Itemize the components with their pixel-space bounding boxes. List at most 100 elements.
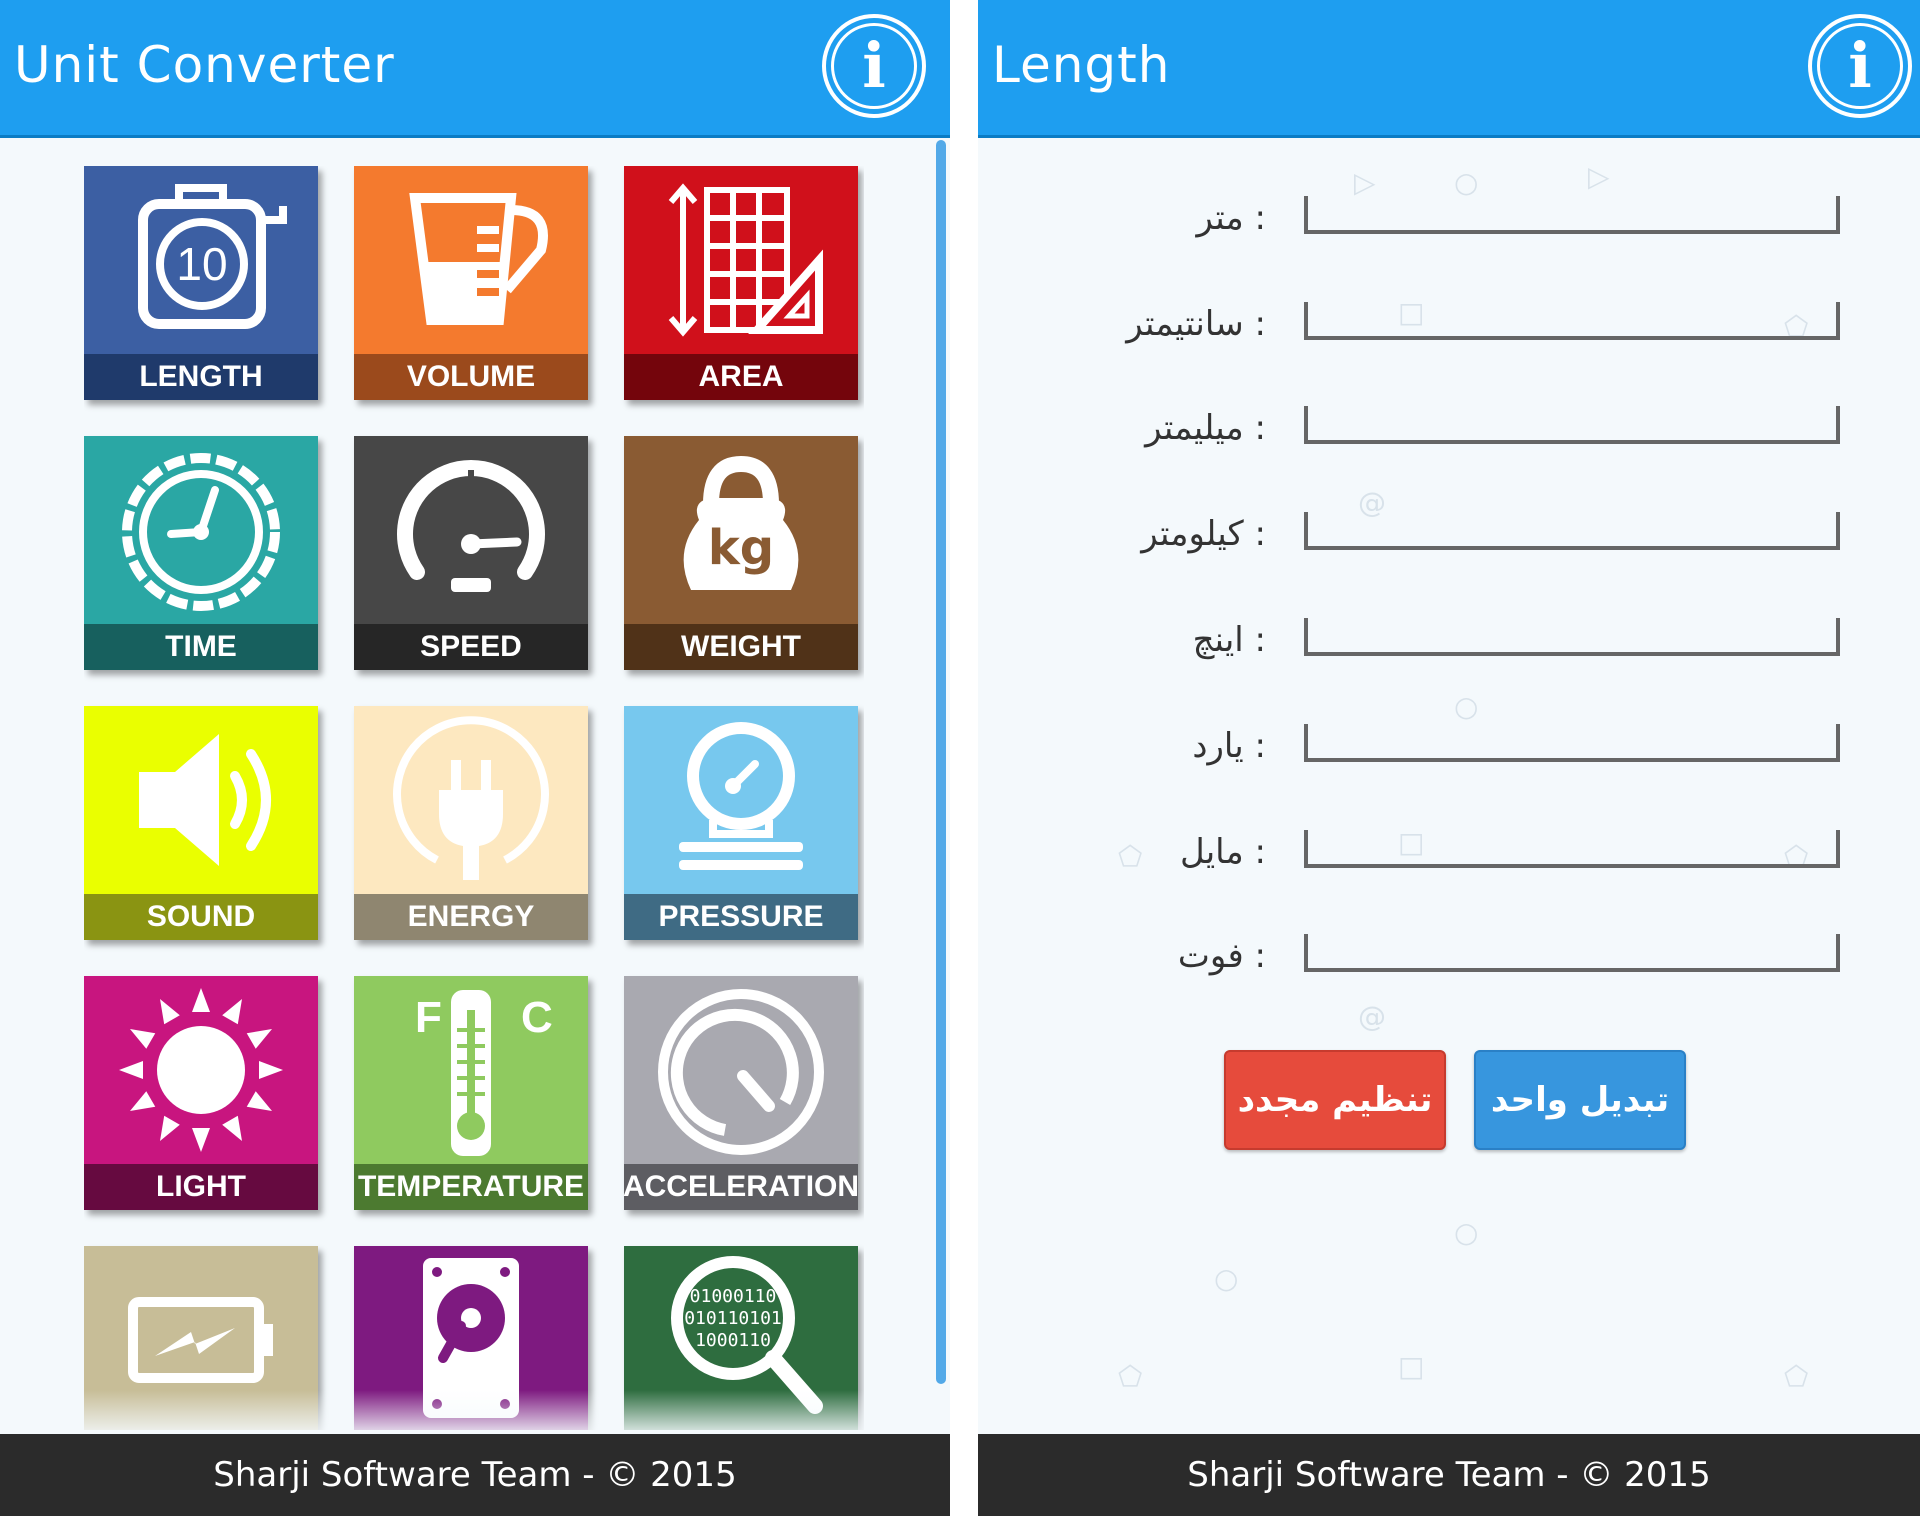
footer-credit: Sharji Software Team - © 2015: [213, 1455, 737, 1495]
yard-input[interactable]: [1308, 724, 1836, 758]
tile-label: TEMPERATURE: [354, 1164, 588, 1210]
decorative-pentagon-icon: ⬠: [1784, 1360, 1809, 1393]
field-label: : متر: [1196, 198, 1267, 238]
binary-line-2: 010110101: [684, 1308, 782, 1329]
plug-icon: [354, 706, 588, 894]
footer: Sharji Software Team - © 2015: [0, 1434, 950, 1516]
field-row-meter: : متر: [978, 188, 1920, 248]
kilometer-input-frame: [1304, 512, 1840, 550]
tile-label: WEIGHT: [624, 624, 858, 670]
field-row-kilometer: : کیلومتر: [978, 504, 1920, 564]
field-label: : سانتیمتر: [1126, 304, 1266, 344]
decorative-square-icon: □: [1398, 1350, 1425, 1383]
unit-converter-home-screen: Unit Converter i 10 LENGTH VOLUME AREA T…: [0, 0, 950, 1516]
info-button[interactable]: i: [822, 14, 926, 118]
accelerometer-icon: [624, 976, 858, 1164]
field-row-centimeter: : سانتیمتر: [978, 294, 1920, 354]
inch-input[interactable]: [1308, 618, 1836, 652]
kilometer-input[interactable]: [1308, 512, 1836, 546]
tile-label: SPEED: [354, 624, 588, 670]
page-title: Length: [992, 36, 1171, 94]
tile-acceleration[interactable]: ACCELERATION: [624, 976, 858, 1210]
millimeter-input-frame: [1304, 406, 1840, 444]
field-label: : اینچ: [1192, 620, 1266, 660]
reset-button[interactable]: تنظیم مجدد: [1224, 1050, 1446, 1150]
kg-text: kg: [708, 520, 774, 576]
speaker-icon: [84, 706, 318, 894]
meter-input[interactable]: [1308, 196, 1836, 230]
clock-icon: [84, 436, 318, 624]
info-icon: i: [1817, 23, 1903, 109]
tile-length[interactable]: 10 LENGTH: [84, 166, 318, 400]
tile-label: VOLUME: [354, 354, 588, 400]
length-converter-screen: Length i ▷ ○ ▷ □ ⬠ @ ○ ⬠ □ ⬠ @ ○ ○ □ ⬠ ⬠…: [978, 0, 1920, 1516]
centimeter-input-frame: [1304, 302, 1840, 340]
tile-volume[interactable]: VOLUME: [354, 166, 588, 400]
pressure-gauge-icon: [624, 706, 858, 894]
field-row-yard: : یارد: [978, 716, 1920, 776]
tile-pressure[interactable]: PRESSURE: [624, 706, 858, 940]
mile-input[interactable]: [1308, 830, 1836, 864]
field-label: : میلیمتر: [1145, 408, 1266, 448]
tile-time[interactable]: TIME: [84, 436, 318, 670]
tile-label: TIME: [84, 624, 318, 670]
yard-input-frame: [1304, 724, 1840, 762]
footer: Sharji Software Team - © 2015: [978, 1434, 1920, 1516]
foot-input-frame: [1304, 934, 1840, 972]
foot-input[interactable]: [1308, 934, 1836, 968]
field-label: : کیلومتر: [1141, 514, 1266, 554]
grid-ruler-icon: [624, 166, 858, 354]
tile-light[interactable]: LIGHT: [84, 976, 318, 1210]
tile-weight[interactable]: kg WEIGHT: [624, 436, 858, 670]
fahrenheit-label: F: [415, 993, 442, 1042]
binary-line-3: 1000110: [695, 1330, 771, 1351]
info-icon: i: [831, 23, 917, 109]
tile-sound[interactable]: SOUND: [84, 706, 318, 940]
tile-label: PRESSURE: [624, 894, 858, 940]
tape-measure-icon: 10: [84, 166, 318, 354]
app-bar: Unit Converter i: [0, 0, 950, 138]
field-row-millimeter: : میلیمتر: [978, 398, 1920, 458]
field-row-inch: : اینچ: [978, 610, 1920, 670]
tile-label: LIGHT: [84, 1164, 318, 1210]
sun-icon: [84, 976, 318, 1164]
decorative-circle-icon: ○: [1214, 1262, 1239, 1295]
decorative-spiral-icon: @: [1358, 1000, 1386, 1033]
tile-speed[interactable]: SPEED: [354, 436, 588, 670]
speedometer-icon: [354, 436, 588, 624]
tile-label: SOUND: [84, 894, 318, 940]
binary-line-1: 01000110: [690, 1286, 777, 1307]
convert-button[interactable]: تبدیل واحد: [1474, 1050, 1686, 1150]
tile-label: LENGTH: [84, 354, 318, 400]
field-label: : فوت: [1177, 936, 1266, 976]
scrollbar[interactable]: [936, 140, 946, 1384]
tile-label: AREA: [624, 354, 858, 400]
tile-label: ENERGY: [354, 894, 588, 940]
grid-fade: [0, 1390, 950, 1434]
celsius-label: C: [521, 993, 553, 1042]
tile-energy[interactable]: ENERGY: [354, 706, 588, 940]
page-title: Unit Converter: [14, 36, 395, 94]
field-row-foot: : فوت: [978, 926, 1920, 986]
tile-label: ACCELERATION: [624, 1164, 858, 1210]
millimeter-input[interactable]: [1308, 406, 1836, 440]
decorative-pentagon-icon: ⬠: [1118, 1360, 1143, 1393]
meter-input-frame: [1304, 196, 1840, 234]
inch-input-frame: [1304, 618, 1840, 656]
centimeter-input[interactable]: [1308, 302, 1836, 336]
tape-number: 10: [176, 238, 227, 290]
app-bar: Length i: [978, 0, 1920, 138]
field-row-mile: : مایل: [978, 822, 1920, 882]
info-button[interactable]: i: [1808, 14, 1912, 118]
tile-temperature[interactable]: F C TEMPERATURE: [354, 976, 588, 1210]
mile-input-frame: [1304, 830, 1840, 868]
field-label: : یارد: [1192, 726, 1266, 766]
thermometer-icon: F C: [354, 976, 588, 1164]
tile-area[interactable]: AREA: [624, 166, 858, 400]
measuring-cup-icon: [354, 166, 588, 354]
field-label: : مایل: [1179, 832, 1266, 872]
category-grid: 10 LENGTH VOLUME AREA TIME SPEED kg WEIG…: [84, 166, 864, 1430]
kettlebell-icon: kg: [624, 436, 858, 624]
footer-credit: Sharji Software Team - © 2015: [1187, 1455, 1711, 1495]
decorative-circle-icon: ○: [1454, 1216, 1479, 1249]
